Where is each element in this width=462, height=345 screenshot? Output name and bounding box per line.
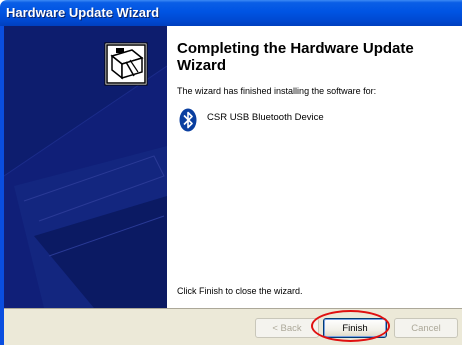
wizard-window: Hardware Update Wizard Completing the Ha… xyxy=(0,0,462,345)
close-instruction: Click Finish to close the wizard. xyxy=(177,286,303,296)
bluetooth-icon xyxy=(179,108,197,132)
window-title: Hardware Update Wizard xyxy=(6,5,160,20)
title-bar[interactable]: Hardware Update Wizard xyxy=(0,0,462,26)
hardware-box-icon xyxy=(104,42,148,86)
back-button[interactable]: < Back xyxy=(255,318,319,338)
page-heading: Completing the Hardware Update Wizard xyxy=(177,40,414,74)
cancel-button[interactable]: Cancel xyxy=(394,318,458,338)
wizard-side-panel xyxy=(4,26,167,308)
status-text: The wizard has finished installing the s… xyxy=(177,86,377,96)
device-name: CSR USB Bluetooth Device xyxy=(207,112,324,123)
wizard-button-bar: < Back Finish Cancel xyxy=(4,308,462,345)
wizard-content: Completing the Hardware Update Wizard Th… xyxy=(167,26,462,308)
finish-button[interactable]: Finish xyxy=(323,318,387,338)
